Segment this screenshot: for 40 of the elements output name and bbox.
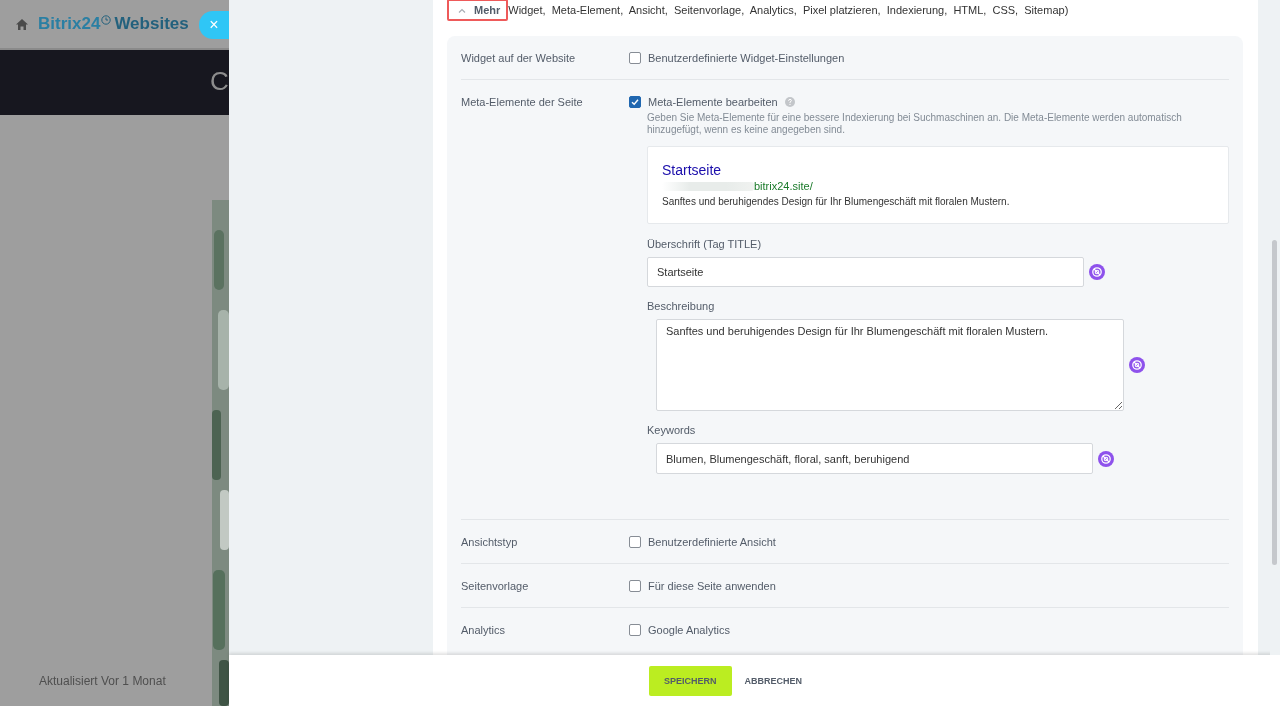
ai-icon[interactable] [1129,357,1145,373]
updated-label: Aktualisiert Vor 1 Monat [39,674,166,688]
field-label: Keywords [647,424,697,436]
cancel-button[interactable]: ABBRECHEN [744,675,802,686]
field-label: Seitenvorlage [461,580,530,592]
field-label: Analytics [461,624,507,636]
ai-icon[interactable] [1098,450,1114,467]
checkbox-label[interactable]: Benutzerdefinierte Widget-Einstellungen [648,52,845,64]
home-icon[interactable] [16,18,28,30]
checkbox-label[interactable]: Für diese Seite anwenden [648,580,776,592]
preview-title: Startseite [662,162,723,178]
checkbox[interactable] [629,52,641,64]
field-label: Beschreibung [647,300,716,312]
checkbox-label[interactable]: Benutzerdefinierte Ansicht [648,536,776,548]
checkbox[interactable] [629,96,641,108]
text-field[interactable]: Blumen, Blumengeschäft, floral, sanft, beruhigend [656,443,1093,474]
brand-name: Bitrix24 [38,14,101,34]
scrollbar-thumb[interactable] [1272,240,1277,565]
text-field[interactable]: Startseite [647,257,1084,287]
checkbox-label[interactable]: Google Analytics [648,624,730,636]
field-label: Überschrift (Tag TITLE) [647,238,763,250]
checkbox[interactable] [629,580,641,592]
chevron-icon[interactable] [458,7,466,13]
field-label: Ansichtstyp [461,536,519,548]
product-name: Websites [114,14,189,34]
ai-icon[interactable] [1089,264,1105,280]
field-label: Widget auf der Website [461,52,577,64]
field-label: Meta-Elemente der Seite [461,96,584,110]
checkbox-label[interactable]: Meta-Elemente bearbeiten [648,96,778,108]
checkbox[interactable] [629,536,641,548]
save-button[interactable]: SPEICHERN [649,665,732,696]
more-toggle[interactable]: Mehr [447,0,509,21]
description-field[interactable]: Sanftes und beruhigendes Design für Ihr Blumengeschäft mit floralen Mustern. [656,319,1124,411]
clock-icon [101,15,112,25]
checkbox[interactable] [629,624,641,636]
hint-text: Geben Sie Meta-Elemente für eine bessere Indexierung bei Suchmaschinen an. Die Meta-Elemente werden automatisch hinzugefügt, wenn es keine angegeben sind. [647,112,1183,136]
section-summary: Widget, Meta-Element, Ansicht, Seitenvorlage, Analytics, Pixel platzieren, Indexierung, HTML, CSS, Sitemap) [508,4,1069,16]
banner-title: C [210,66,229,97]
preview-url: bitrix24.site/ [754,180,813,192]
preview-description: Sanftes und beruhigendes Design für Ihr Blumengeschäft mit floralen Mustern. [662,196,1011,207]
